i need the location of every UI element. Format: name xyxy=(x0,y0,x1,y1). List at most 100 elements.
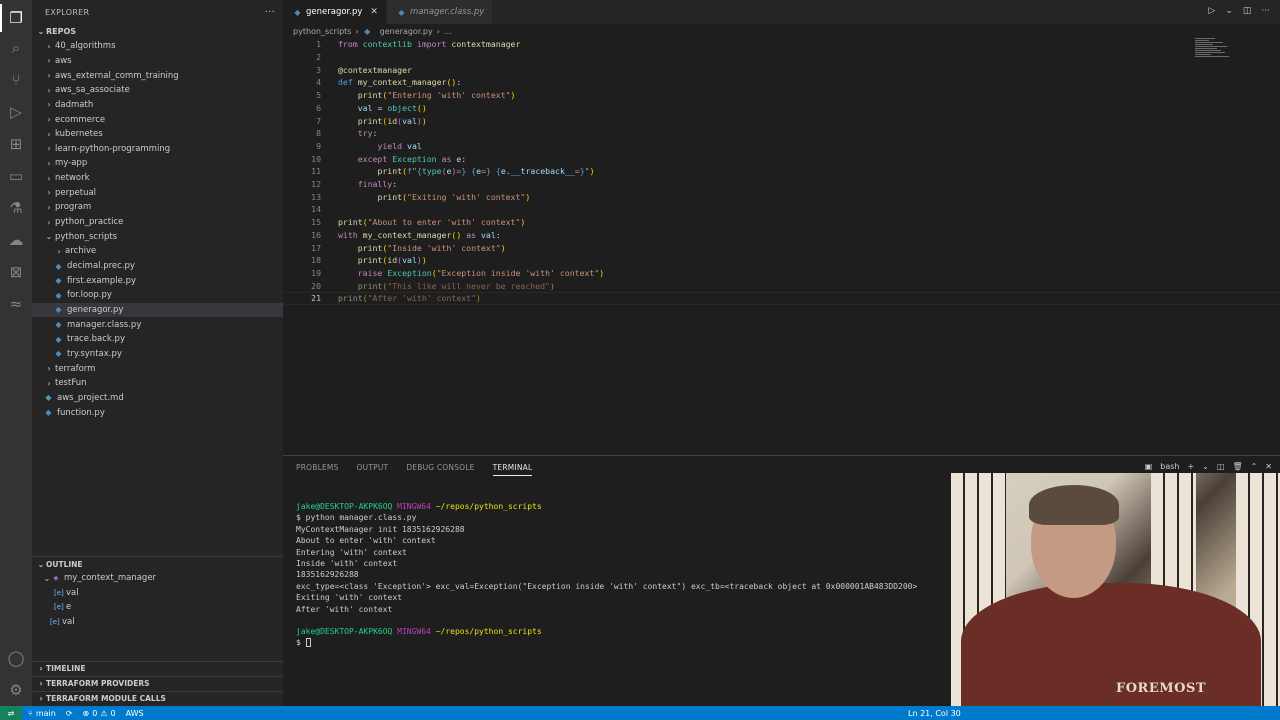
code-line-current: 21 print("After 'with' context") xyxy=(283,292,1280,305)
tree-folder[interactable]: › archive xyxy=(32,244,283,259)
close-icon[interactable]: ✕ xyxy=(1265,462,1272,471)
split-terminal-icon[interactable]: ◫ xyxy=(1217,462,1225,471)
tree-file[interactable]: ◆ function.py xyxy=(32,405,283,420)
outline-item-label: e xyxy=(66,602,72,613)
tree-folder[interactable]: › terraform xyxy=(32,361,283,376)
trash-icon[interactable]: 🗑 xyxy=(1232,462,1242,471)
code-line: 6 val = object() xyxy=(316,102,427,113)
tree-folder[interactable]: › aws xyxy=(32,54,283,69)
branch-indicator[interactable]: ⑂ main xyxy=(28,709,56,718)
tree-file[interactable]: ◆ trace.back.py xyxy=(32,332,283,347)
explorer-icon[interactable]: ❐ xyxy=(0,4,26,32)
tree-file[interactable]: ◆ try.syntax.py xyxy=(32,347,283,362)
chevron-down-icon[interactable]: ⌄ xyxy=(1202,462,1209,471)
breadcrumb: python_scripts › ◆ generagor.py › ... xyxy=(293,25,452,37)
tree-folder[interactable]: › aws_sa_associate xyxy=(32,83,283,98)
python-file-icon: ◆ xyxy=(55,320,62,330)
breadcrumb-symbol[interactable]: ... xyxy=(444,27,452,36)
shell-name[interactable]: bash xyxy=(1160,462,1179,471)
outline-item[interactable]: [e] val xyxy=(32,586,283,601)
tree-item-label: 40_algorithms xyxy=(55,41,116,52)
tree-file[interactable]: ◆ for.loop.py xyxy=(32,288,283,303)
code-line: 10 except Exception as e: xyxy=(311,153,467,164)
aws-icon[interactable]: ≈ xyxy=(6,294,26,314)
person-body xyxy=(961,583,1261,706)
tree-folder[interactable]: › 40_algorithms xyxy=(32,39,283,54)
tree-folder[interactable]: › python_practice xyxy=(32,215,283,230)
split-editor-icon[interactable]: ◫ xyxy=(1243,6,1252,16)
source-control-icon[interactable]: ⑂ xyxy=(6,70,26,90)
tree-folder[interactable]: › ecommerce xyxy=(32,112,283,127)
testing-icon[interactable]: ⚗ xyxy=(6,198,26,218)
chevron-down-icon[interactable]: ⌄ xyxy=(1225,6,1233,16)
tree-folder[interactable]: › program xyxy=(32,200,283,215)
tree-item-label: python_scripts xyxy=(55,231,118,242)
tab-problems[interactable]: PROBLEMS xyxy=(296,463,339,476)
breadcrumb-file[interactable]: generagor.py xyxy=(380,27,433,36)
tab-debug-console[interactable]: DEBUG CONSOLE xyxy=(406,463,474,476)
cursor-position[interactable]: Ln 21, Col 30 xyxy=(908,709,961,718)
problems-indicator[interactable]: ⊗ 0 ⚠ 0 xyxy=(83,709,116,718)
tab-terminal[interactable]: TERMINAL xyxy=(492,463,533,476)
outline-item[interactable]: [e] val xyxy=(32,615,283,630)
tree-file[interactable]: ◆ generagor.py xyxy=(32,302,283,318)
chevron-right-icon: › xyxy=(47,378,51,388)
sync-icon[interactable]: ⟳ xyxy=(66,709,73,718)
chevron-down-icon: ⌄ xyxy=(45,232,53,242)
run-icon[interactable]: ▷ xyxy=(1208,6,1215,16)
outline-item[interactable]: ⌄ ◈ my_context_manager xyxy=(32,571,283,586)
terraform-module-calls-section[interactable]: › TERRAFORM MODULE CALLS xyxy=(32,691,283,706)
tab-output[interactable]: OUTPUT xyxy=(357,463,389,476)
remote-explorer-icon[interactable]: ▭ xyxy=(6,166,26,186)
tree-folder[interactable]: › aws_external_comm_training xyxy=(32,68,283,83)
outline-item-label: val xyxy=(62,617,75,628)
search-icon[interactable]: ⌕ xyxy=(6,38,26,58)
docker-icon[interactable]: ☁ xyxy=(6,230,26,250)
timeline-section[interactable]: › TIMELINE xyxy=(32,661,283,676)
tree-file[interactable]: ◆ decimal.prec.py xyxy=(32,259,283,274)
terminal-output: About to enter 'with' context xyxy=(296,536,436,546)
tree-file[interactable]: ◆ aws_project.md xyxy=(32,391,283,406)
chevron-up-icon[interactable]: ⌃ xyxy=(1251,462,1258,471)
outline-section[interactable]: ⌄ OUTLINE xyxy=(32,556,283,571)
chevron-right-icon: › xyxy=(39,694,43,704)
tab-generagor[interactable]: ◆ generagor.py ✕ xyxy=(283,0,387,24)
tree-file[interactable]: ◆ manager.class.py xyxy=(32,317,283,332)
close-icon[interactable]: ✕ xyxy=(370,7,378,17)
tree-folder[interactable]: ⌄ python_scripts xyxy=(32,229,283,244)
python-file-icon: ◆ xyxy=(364,26,371,36)
cube-icon: ◈ xyxy=(53,574,59,583)
tree-folder[interactable]: › dadmath xyxy=(32,98,283,113)
tree-folder[interactable]: › kubernetes xyxy=(32,127,283,142)
tree-item-label: aws xyxy=(55,55,72,66)
minimap[interactable] xyxy=(1195,38,1235,68)
gear-icon[interactable]: ⚙ xyxy=(6,680,26,700)
outline-item[interactable]: [e] e xyxy=(32,600,283,615)
plus-icon[interactable]: + xyxy=(1187,462,1194,471)
tree-file[interactable]: ◆ first.example.py xyxy=(32,273,283,288)
terraform-providers-section[interactable]: › TERRAFORM PROVIDERS xyxy=(32,676,283,691)
account-icon[interactable]: ◯ xyxy=(6,648,26,668)
tree-folder[interactable]: › testFun xyxy=(32,376,283,391)
tree-folder[interactable]: › perpetual xyxy=(32,186,283,201)
remote-indicator-icon[interactable]: ⇌ xyxy=(0,706,22,720)
tree-item-label: decimal.prec.py xyxy=(67,261,135,272)
tab-manager-class[interactable]: ◆ manager.class.py xyxy=(386,0,494,24)
run-debug-icon[interactable]: ▷ xyxy=(6,102,26,122)
tree-folder[interactable]: › network xyxy=(32,171,283,186)
extensions-icon[interactable]: ⊞ xyxy=(6,134,26,154)
repos-section[interactable]: ⌄ REPOS xyxy=(32,24,283,39)
tree-folder[interactable]: › learn-python-programming xyxy=(32,142,283,157)
more-actions-icon[interactable]: ··· xyxy=(265,7,275,18)
breadcrumb-folder[interactable]: python_scripts xyxy=(293,27,351,36)
chevron-right-icon: › xyxy=(47,364,51,374)
aws-profile[interactable]: AWS xyxy=(126,709,144,718)
python-file-icon: ◆ xyxy=(55,349,62,359)
kubernetes-icon[interactable]: ⊠ xyxy=(6,262,26,282)
terminal-input[interactable]: $ xyxy=(296,638,311,649)
chevron-right-icon: › xyxy=(47,173,51,183)
outline-item-label: my_context_manager xyxy=(64,573,157,584)
terminal-actions: ▣ bash + ⌄ ◫ 🗑 ⌃ ✕ xyxy=(1145,462,1272,471)
more-actions-icon[interactable]: ··· xyxy=(1261,6,1270,16)
tree-folder[interactable]: › my-app xyxy=(32,156,283,171)
